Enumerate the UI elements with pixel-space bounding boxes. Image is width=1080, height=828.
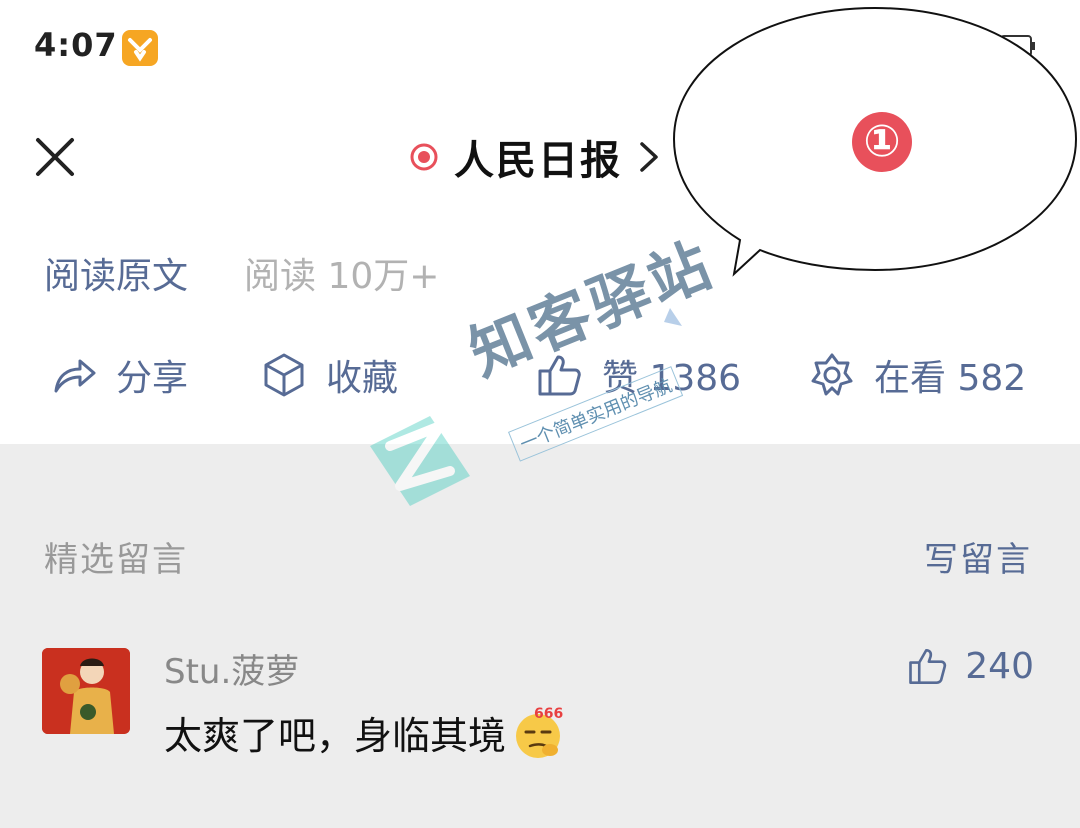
comment-text: 太爽了吧，身临其境 666 [164, 704, 568, 760]
close-icon [36, 138, 74, 176]
comment-like-button[interactable]: 240 [907, 640, 1034, 692]
comments-title: 精选留言 [44, 540, 188, 580]
comment-body: 太爽了吧，身临其境 [164, 713, 507, 758]
account-name: 人民日报 [454, 138, 622, 184]
write-comment-button[interactable]: 写留言 [924, 532, 1032, 581]
avatar[interactable] [42, 648, 130, 734]
live-dot-icon [410, 143, 438, 171]
app-notification-icon [122, 30, 158, 66]
account-link[interactable]: 人民日报 [410, 130, 660, 184]
thumbs-up-icon [909, 648, 947, 684]
smug-emoji-icon: 666 [516, 706, 563, 758]
read-row: 阅读原文 阅读 10万+ [44, 248, 439, 298]
comment-item: Stu.菠萝 太爽了吧，身临其境 666 240 [0, 640, 1080, 770]
star-hex-icon [811, 353, 853, 396]
looking-button[interactable]: 在看 582 [808, 340, 1026, 410]
comment-username[interactable]: Stu.菠萝 [164, 644, 299, 693]
annotation-number: ① [852, 112, 912, 172]
read-count: 阅读 10万+ [244, 256, 440, 297]
comment-like-count: 240 [965, 645, 1034, 687]
share-button[interactable]: 分享 [50, 340, 188, 410]
looking-label: 在看 582 [874, 358, 1027, 399]
share-label: 分享 [116, 358, 189, 399]
emoji-666-label: 666 [534, 706, 563, 722]
read-original-link[interactable]: 阅读原文 [44, 247, 188, 299]
share-icon [54, 359, 96, 393]
chevron-right-icon [640, 142, 658, 172]
status-time: 4:07 [34, 26, 118, 64]
avatar-illustration [42, 648, 130, 734]
cube-icon [264, 353, 304, 397]
close-button[interactable] [30, 132, 80, 182]
